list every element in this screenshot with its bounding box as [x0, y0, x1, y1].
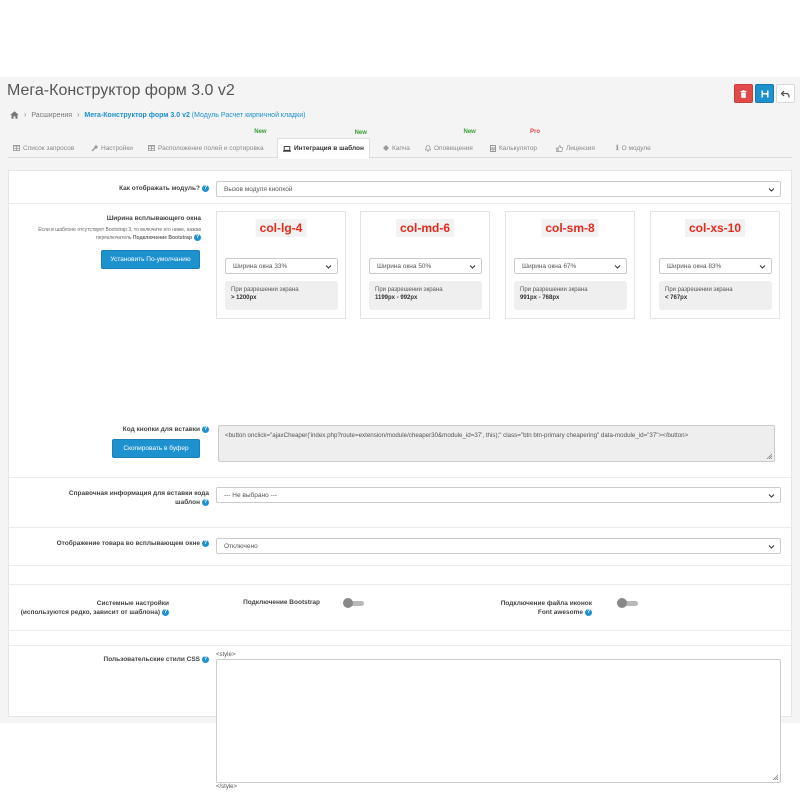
- system-settings-label: Системные настройки (используются редко,…: [20, 600, 169, 616]
- product-display-label: Отображение товара во всплывающем окне?: [56, 540, 209, 548]
- calculator-icon: [490, 144, 496, 152]
- button-code-label: Код кнопки для вставки?: [122, 426, 209, 434]
- resolution-info: При разрешении экрана 1199px - 992px: [369, 281, 482, 310]
- font-awesome-label: Подключение файла иконок Font awesome?: [500, 600, 592, 616]
- tab-template-integration[interactable]: Интеграция в шаблон New: [277, 130, 370, 159]
- style-close-tag: </style>: [216, 784, 238, 790]
- help-icon[interactable]: ?: [202, 656, 209, 663]
- divider: [9, 477, 791, 478]
- tab-notifications[interactable]: Оповещения New: [420, 129, 478, 158]
- app-window: Мега-Конструктор форм 3.0 v2 › Расширени…: [0, 77, 800, 790]
- divider: [9, 630, 791, 631]
- help-icon[interactable]: ?: [202, 498, 209, 506]
- new-badge: New: [463, 129, 476, 135]
- laptop-icon: [283, 145, 291, 152]
- undo-icon: [781, 90, 790, 98]
- help-icon[interactable]: ?: [194, 234, 201, 241]
- delete-button[interactable]: [734, 84, 753, 103]
- tab-about[interactable]: ℹ О модуле: [611, 138, 656, 158]
- popup-width-label: Ширина всплывающего окна: [106, 215, 201, 222]
- divider: [9, 527, 791, 528]
- chevron-down-icon: [768, 545, 775, 549]
- back-button[interactable]: [776, 84, 795, 103]
- home-icon[interactable]: [10, 111, 19, 119]
- floppy-icon: [761, 90, 768, 97]
- custom-css-textarea[interactable]: [216, 659, 781, 783]
- divider: [9, 645, 791, 646]
- product-display-select[interactable]: Отключено: [216, 538, 781, 554]
- wrench-icon: [91, 144, 98, 151]
- chevron-down-icon: [759, 265, 766, 269]
- tab-fields-layout[interactable]: Расположение полей и сортировка New: [143, 129, 269, 158]
- col-card-lg: col-lg-4 Ширина окна 33% При разрешении …: [216, 211, 346, 319]
- font-awesome-toggle[interactable]: [617, 598, 639, 608]
- style-open-tag: <style>: [216, 652, 236, 658]
- tab-calculator[interactable]: Калькулятор Pro: [485, 129, 542, 158]
- diamond-icon: [383, 145, 389, 151]
- help-icon[interactable]: ?: [202, 540, 209, 547]
- bootstrap-note: Если в шаблоне отсутствует Bootstrap 3, …: [38, 227, 201, 241]
- bootstrap-toggle[interactable]: [343, 598, 365, 608]
- chevron-down-icon: [768, 494, 775, 498]
- resolution-info: При разрешении экрана < 767px: [659, 281, 772, 310]
- chevron-down-icon: [614, 265, 621, 269]
- breadcrumb: › Расширения › Мега-Конструктор форм 3.0…: [10, 111, 305, 119]
- resolution-info: При разрешении экрана 991px - 768px: [514, 281, 627, 310]
- table-icon: [13, 145, 20, 151]
- col-tag: col-lg-4: [255, 219, 307, 237]
- col-tag: col-xs-10: [684, 219, 746, 237]
- help-icon[interactable]: ?: [202, 426, 209, 433]
- width-select-xs[interactable]: Ширина окна 83%: [659, 258, 772, 274]
- col-card-xs: col-xs-10 Ширина окна 83% При разрешении…: [650, 211, 780, 319]
- col-tag: col-md-6: [395, 219, 455, 237]
- bell-icon: [425, 144, 431, 152]
- resize-grip-icon[interactable]: [772, 774, 778, 780]
- set-default-button[interactable]: Установить По-умолчанию: [101, 250, 200, 269]
- display-mode-label: Как отображать модуль??: [119, 185, 209, 193]
- width-select-lg[interactable]: Ширина окна 33%: [225, 258, 338, 274]
- breadcrumb-extensions[interactable]: Расширения: [31, 112, 72, 119]
- width-select-md[interactable]: Ширина окна 50%: [369, 258, 482, 274]
- copy-to-clipboard-button[interactable]: Скопировать в буфер: [112, 439, 200, 458]
- custom-css-label: Пользовательские стили CSS?: [103, 656, 209, 664]
- col-card-sm: col-sm-8 Ширина окна 67% При разрешении …: [505, 211, 635, 319]
- tab-requests[interactable]: Список запросов: [8, 138, 79, 158]
- col-card-md: col-md-6 Ширина окна 50% При разрешении …: [360, 211, 490, 319]
- page-title: Мега-Конструктор форм 3.0 v2: [7, 82, 235, 99]
- thumbs-up-icon: [556, 144, 563, 152]
- width-select-sm[interactable]: Ширина окна 67%: [514, 258, 627, 274]
- help-icon[interactable]: ?: [585, 608, 592, 616]
- trash-icon: [740, 89, 747, 98]
- divider: [9, 565, 791, 566]
- resize-grip-icon[interactable]: [766, 453, 772, 459]
- reference-label: Справочная информация для вставки кода ш…: [68, 490, 209, 506]
- reference-select[interactable]: --- Не выбрано ---: [216, 487, 781, 503]
- new-badge: New: [254, 129, 267, 135]
- tab-settings[interactable]: Настройки: [86, 138, 138, 158]
- help-icon[interactable]: ?: [202, 185, 209, 192]
- divider: [9, 584, 791, 585]
- col-tag: col-sm-8: [541, 219, 599, 237]
- new-badge: New: [354, 130, 367, 136]
- tab-captcha[interactable]: Капча: [378, 138, 415, 158]
- save-button[interactable]: [755, 84, 774, 103]
- settings-panel: Как отображать модуль?? Вызов модуля кно…: [8, 170, 792, 790]
- table-icon: [148, 145, 155, 151]
- tab-license[interactable]: Лицензия: [551, 138, 600, 158]
- chevron-down-icon: [469, 265, 476, 269]
- resolution-info: При разрешении экрана > 1200px: [225, 281, 338, 310]
- divider: [9, 203, 791, 204]
- info-icon: ℹ: [616, 145, 619, 152]
- chevron-down-icon: [768, 188, 775, 192]
- button-code-textarea[interactable]: <button onclick="ajaxCheaper('index.php?…: [218, 425, 775, 462]
- breadcrumb-current[interactable]: Мега-Конструктор форм 3.0 v2 (Модуль Рас…: [84, 112, 305, 119]
- help-icon[interactable]: ?: [162, 608, 169, 616]
- tab-bar: Список запросов Настройки Расположение п…: [8, 129, 792, 159]
- pro-badge: Pro: [530, 129, 541, 135]
- chevron-down-icon: [325, 265, 332, 269]
- display-mode-select[interactable]: Вызов модуля кнопкой: [216, 181, 781, 197]
- bootstrap-label: Подключение Bootstrap: [243, 599, 320, 606]
